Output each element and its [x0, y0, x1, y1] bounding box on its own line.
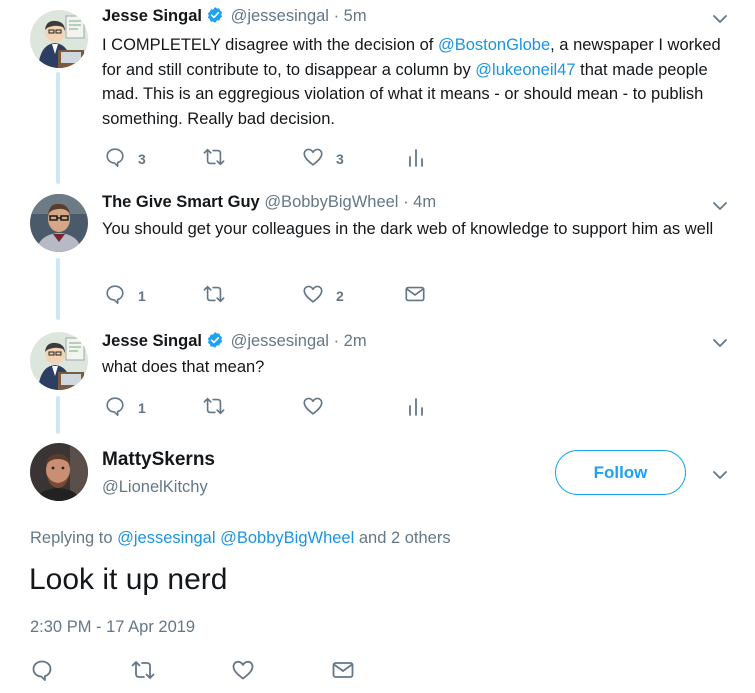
chevron-down-icon[interactable] [711, 10, 729, 33]
tweet-text: I COMPLETELY disagree with the decision … [102, 33, 732, 131]
handle[interactable]: @jessesingal [231, 332, 329, 350]
reply-button[interactable]: 3 [104, 146, 146, 171]
reply-icon [30, 658, 54, 685]
display-name[interactable]: The Give Smart Guy [102, 193, 260, 211]
reply-icon [104, 146, 126, 171]
analytics-button[interactable] [406, 395, 426, 420]
reply-count: 3 [138, 150, 146, 167]
mention-link[interactable]: @BobbyBigWheel [220, 529, 354, 547]
mention-link[interactable]: @jessesingal [117, 529, 215, 547]
chevron-down-icon[interactable] [711, 466, 729, 489]
avatar[interactable] [30, 194, 88, 252]
like-count: 2 [336, 287, 344, 304]
avatar[interactable] [30, 10, 88, 68]
retweet-button[interactable] [130, 658, 156, 685]
follow-button[interactable]: Follow [555, 450, 686, 495]
avatar-cartoon-image [30, 10, 88, 68]
display-name[interactable]: Jesse Singal [102, 332, 202, 350]
like-button[interactable]: 2 [302, 283, 344, 308]
reply-button[interactable]: 1 [104, 395, 146, 420]
replying-to: Replying to @jessesingal @BobbyBigWheel … [30, 529, 451, 548]
thread-line [56, 396, 60, 434]
avatar-photo-image [30, 194, 88, 252]
tweet-actions: 1 [104, 395, 444, 419]
main-timestamp[interactable]: 2:30 PM - 17 Apr 2019 [30, 618, 195, 637]
analytics-icon [406, 146, 426, 171]
like-icon [302, 395, 324, 420]
reply-button[interactable] [30, 658, 54, 685]
tweet-header: Jesse Singal @jessesingal · 2m [102, 331, 367, 354]
reply-icon [104, 395, 126, 420]
separator: · [333, 332, 340, 350]
analytics-button[interactable] [406, 146, 426, 171]
main-tweet-text: Look it up nerd [29, 563, 228, 596]
replying-suffix[interactable]: and 2 others [354, 529, 451, 547]
timestamp[interactable]: 5m [344, 7, 367, 25]
like-icon [302, 283, 324, 308]
avatar-photo-image [30, 443, 88, 501]
tweet-text: You should get your colleagues in the da… [102, 220, 714, 238]
replying-prefix: Replying to [30, 529, 118, 547]
separator: · [333, 7, 340, 25]
like-count: 3 [336, 150, 344, 167]
like-icon [302, 146, 324, 171]
thread-line [56, 258, 60, 320]
separator: · [403, 193, 409, 211]
retweet-icon [202, 146, 226, 171]
like-button[interactable] [231, 658, 255, 685]
timestamp[interactable]: 2m [344, 332, 367, 350]
reply-count: 1 [138, 287, 146, 304]
tweet-header: Jesse Singal @jessesingal · 5m [102, 6, 367, 29]
like-button[interactable] [302, 395, 324, 420]
handle[interactable]: @LionelKitchy [102, 478, 208, 497]
like-button[interactable]: 3 [302, 146, 344, 171]
direct-message-icon [404, 283, 426, 308]
verified-badge-icon [206, 6, 224, 29]
retweet-icon [202, 395, 226, 420]
chevron-down-icon[interactable] [711, 334, 729, 357]
direct-message-button[interactable] [331, 658, 355, 685]
analytics-icon [406, 395, 426, 420]
retweet-button[interactable] [202, 146, 226, 171]
like-icon [231, 658, 255, 685]
handle[interactable]: @jessesingal [231, 7, 329, 25]
verified-badge-icon [206, 331, 224, 354]
retweet-icon [130, 658, 156, 685]
tweet-text: what does that mean? [102, 358, 265, 376]
avatar[interactable] [30, 443, 88, 501]
thread-line [56, 72, 60, 184]
display-name[interactable]: Jesse Singal [102, 7, 202, 25]
handle[interactable]: @BobbyBigWheel [264, 193, 398, 211]
avatar-cartoon-image [30, 332, 88, 390]
tweet-actions: 3 3 [104, 146, 444, 170]
display-name[interactable]: MattySkerns [102, 449, 215, 471]
timestamp[interactable]: 4m [413, 193, 436, 211]
direct-message-icon [331, 658, 355, 685]
direct-message-button[interactable] [404, 283, 426, 308]
mention-link[interactable]: @BostonGlobe [438, 36, 550, 54]
tweet-actions: 1 2 [104, 283, 444, 307]
main-tweet-actions [30, 658, 370, 684]
retweet-button[interactable] [202, 283, 226, 308]
text-segment: I COMPLETELY disagree with the decision … [102, 36, 438, 54]
mention-link[interactable]: @lukeoneil47 [475, 61, 575, 79]
reply-count: 1 [138, 399, 146, 416]
reply-button[interactable]: 1 [104, 283, 146, 308]
retweet-icon [202, 283, 226, 308]
avatar[interactable] [30, 332, 88, 390]
reply-icon [104, 283, 126, 308]
retweet-button[interactable] [202, 395, 226, 420]
tweet-header: The Give Smart Guy @BobbyBigWheel · 4m [102, 193, 436, 212]
